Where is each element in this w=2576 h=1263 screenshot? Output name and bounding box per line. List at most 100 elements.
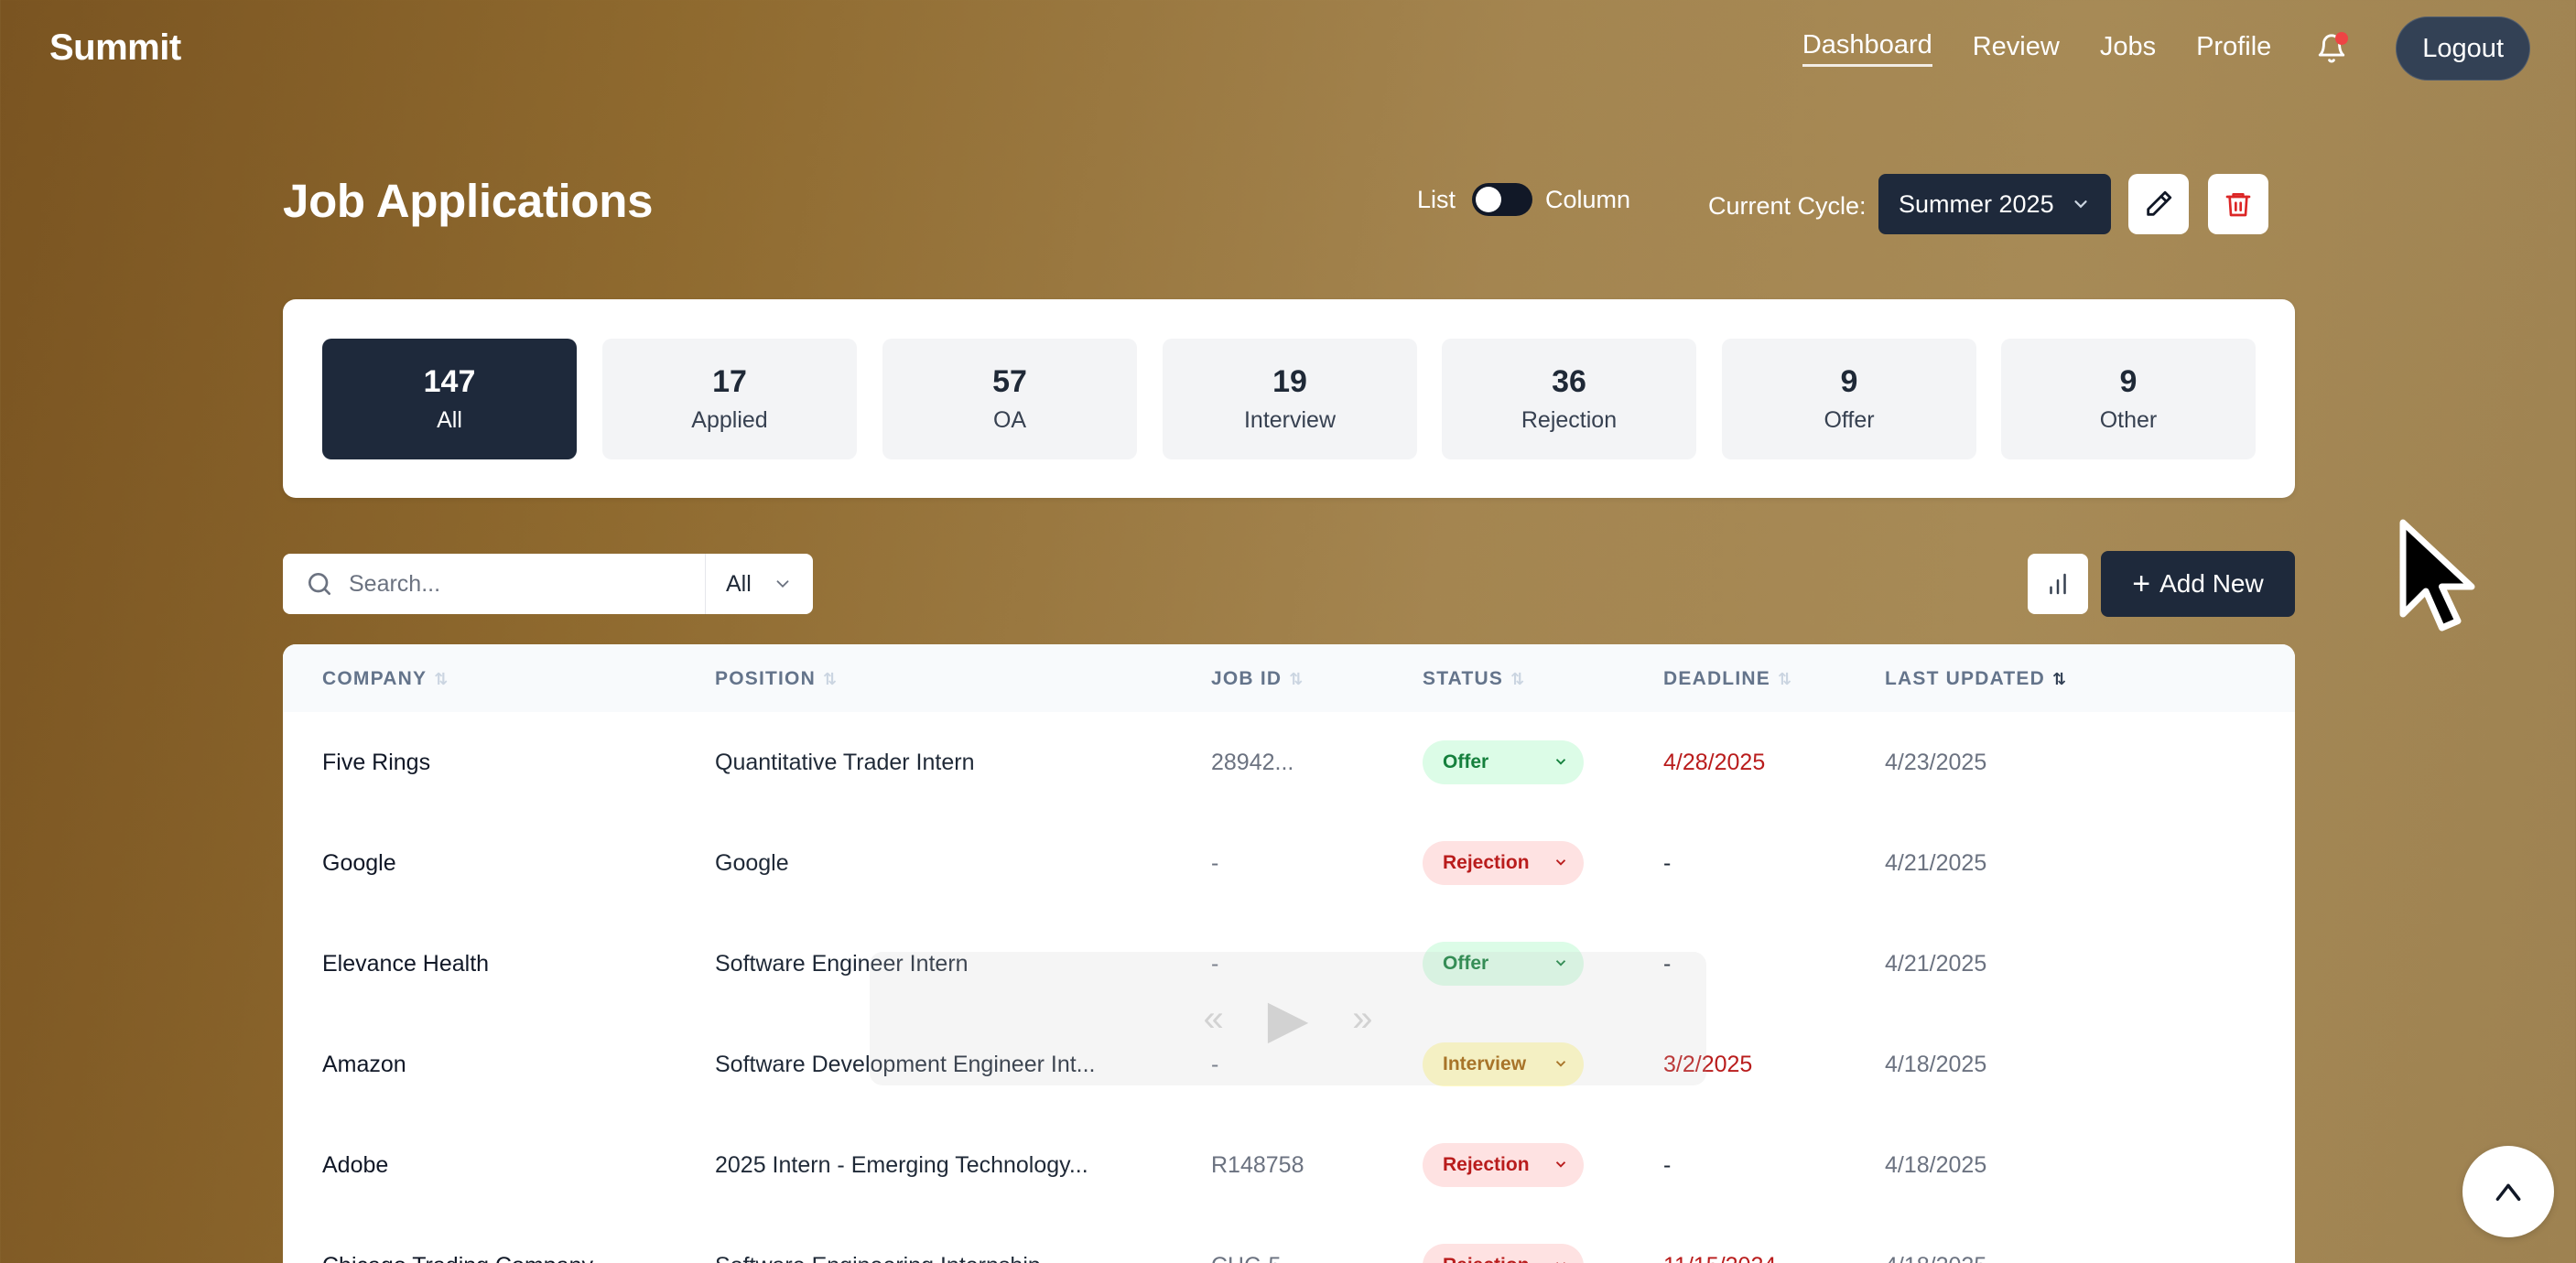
chevron-down-icon: [1555, 1161, 1566, 1168]
table-row[interactable]: Chicago Trading Company Software Enginee…: [283, 1215, 2295, 1263]
status-select[interactable]: Rejection: [1423, 841, 1584, 885]
sort-icon: ⇅: [1510, 669, 1526, 688]
filter-select[interactable]: All: [706, 554, 813, 614]
trash-icon: [2225, 193, 2251, 217]
column-header-status[interactable]: STATUS ⇅: [1423, 668, 1525, 690]
company-cell: Five Rings: [322, 749, 431, 775]
last-updated-cell: 4/21/2025: [1885, 950, 1987, 977]
sort-icon: ⇅: [822, 669, 839, 688]
fast-forward-icon[interactable]: »: [1352, 999, 1372, 1040]
sort-icon: ⇅: [2052, 669, 2068, 688]
stat-count: 9: [2119, 364, 2138, 399]
search-icon: [308, 573, 330, 595]
chevron-down-icon: [1555, 759, 1566, 765]
stat-all[interactable]: 147 All: [322, 339, 577, 459]
job-id-cell: -: [1211, 849, 1219, 876]
filter-value: All: [726, 570, 752, 597]
stat-other[interactable]: 9 Other: [2001, 339, 2256, 459]
notification-bell-icon[interactable]: [2313, 30, 2350, 67]
brand-logo[interactable]: Summit: [49, 27, 181, 69]
view-mode-switch[interactable]: [1472, 183, 1533, 216]
status-select[interactable]: Rejection: [1423, 1143, 1584, 1187]
last-updated-cell: 4/23/2025: [1885, 749, 1987, 775]
cycle-label: Current Cycle:: [1708, 192, 1867, 220]
toggle-label-list: List: [1417, 185, 1456, 213]
company-cell: Adobe: [322, 1151, 389, 1178]
add-new-button[interactable]: + Add New: [2101, 551, 2295, 617]
stat-interview[interactable]: 19 Interview: [1163, 339, 1417, 459]
chevron-down-icon: [776, 580, 789, 588]
delete-cycle-button[interactable]: [2208, 174, 2268, 234]
cycle-select[interactable]: Summer 2025: [1878, 174, 2111, 234]
play-icon[interactable]: ▶: [1268, 988, 1309, 1050]
stat-count: 17: [712, 364, 747, 399]
status-summary-card: 147 All 17 Applied 57 OA 19 Interview 36…: [283, 299, 2295, 498]
last-updated-cell: 4/18/2025: [1885, 1215, 1986, 1263]
last-updated-cell: 4/18/2025: [1885, 1051, 1987, 1077]
stat-label: All: [437, 407, 462, 433]
pencil-icon: [2147, 190, 2172, 216]
stat-oa[interactable]: 57 OA: [882, 339, 1137, 459]
stat-offer[interactable]: 9 Offer: [1722, 339, 1976, 459]
stat-label: Rejection: [1521, 407, 1618, 433]
column-header-job-id[interactable]: JOB ID ⇅: [1211, 668, 1304, 690]
sort-icon: ⇅: [1777, 669, 1793, 688]
chevron-down-icon: [1555, 859, 1566, 866]
stat-label: Offer: [1824, 407, 1875, 433]
column-header-deadline[interactable]: DEADLINE ⇅: [1663, 668, 1792, 690]
chevron-down-icon: [2074, 200, 2087, 209]
stat-count: 9: [1840, 364, 1858, 399]
stat-label: Applied: [691, 407, 768, 433]
view-toggle: List Column: [1417, 183, 1630, 216]
plus-icon: +: [2132, 566, 2151, 601]
stat-count: 147: [423, 364, 476, 399]
status-select[interactable]: Offer: [1423, 740, 1584, 784]
column-header-last-updated[interactable]: LAST UPDATED ⇅: [1885, 668, 2067, 690]
nav-link-profile[interactable]: Profile: [2196, 32, 2271, 66]
switch-knob: [1476, 187, 1502, 212]
stat-label: Interview: [1243, 407, 1337, 433]
analytics-button[interactable]: [2028, 554, 2088, 614]
stat-count: 57: [992, 364, 1027, 399]
rewind-icon[interactable]: «: [1203, 999, 1223, 1040]
mouse-cursor-icon: [2399, 519, 2475, 632]
top-nav: Dashboard Review Jobs Profile Logout: [1762, 15, 2530, 82]
job-id-cell: 28942...: [1211, 749, 1294, 775]
nav-link-dashboard[interactable]: Dashboard: [1802, 30, 1932, 67]
position-cell: Software Engineering Internship: [715, 1215, 1041, 1263]
nav-link-review[interactable]: Review: [1973, 32, 2060, 66]
job-id-cell: R148758: [1211, 1151, 1304, 1178]
page-title: Job Applications: [283, 175, 654, 227]
column-header-company[interactable]: COMPANY ⇅: [322, 668, 449, 690]
nav-link-jobs[interactable]: Jobs: [2100, 32, 2156, 66]
logout-button[interactable]: Logout: [2396, 16, 2530, 81]
company-cell: Google: [322, 849, 396, 876]
company-cell: Amazon: [322, 1051, 406, 1077]
column-header-position[interactable]: POSITION ⇅: [715, 668, 838, 690]
arrow-up-icon: [2495, 1183, 2521, 1201]
stat-applied[interactable]: 17 Applied: [602, 339, 857, 459]
media-player-overlay[interactable]: « ▶ »: [870, 952, 1706, 1085]
table-row[interactable]: Five Rings Quantitative Trader Intern 28…: [283, 712, 2295, 813]
position-cell: Google: [715, 849, 789, 876]
search-input[interactable]: [349, 570, 697, 598]
edit-cycle-button[interactable]: [2128, 174, 2189, 234]
table-row[interactable]: Google Google - Rejection - 4/21/2025: [283, 813, 2295, 913]
scroll-to-top-button[interactable]: [2462, 1146, 2554, 1237]
sort-icon: ⇅: [434, 669, 449, 688]
stat-label: OA: [992, 407, 1027, 433]
deadline-cell: -: [1663, 849, 1672, 876]
add-new-label: Add New: [2159, 569, 2264, 598]
stat-label: Other: [2099, 407, 2158, 433]
bar-chart-icon: [2050, 573, 2066, 595]
toggle-label-column: Column: [1545, 185, 1631, 213]
last-updated-cell: 4/21/2025: [1885, 849, 1987, 876]
stat-rejection[interactable]: 36 Rejection: [1442, 339, 1696, 459]
cycle-value: Summer 2025: [1899, 189, 2054, 218]
position-cell: Quantitative Trader Intern: [715, 749, 975, 775]
position-cell: 2025 Intern - Emerging Technology...: [715, 1151, 1088, 1178]
table-row[interactable]: Adobe 2025 Intern - Emerging Technology.…: [283, 1115, 2295, 1215]
stat-count: 19: [1272, 364, 1307, 399]
status-select[interactable]: Rejection: [1423, 1244, 1584, 1263]
job-id-cell: CHC-5: [1211, 1215, 1281, 1263]
